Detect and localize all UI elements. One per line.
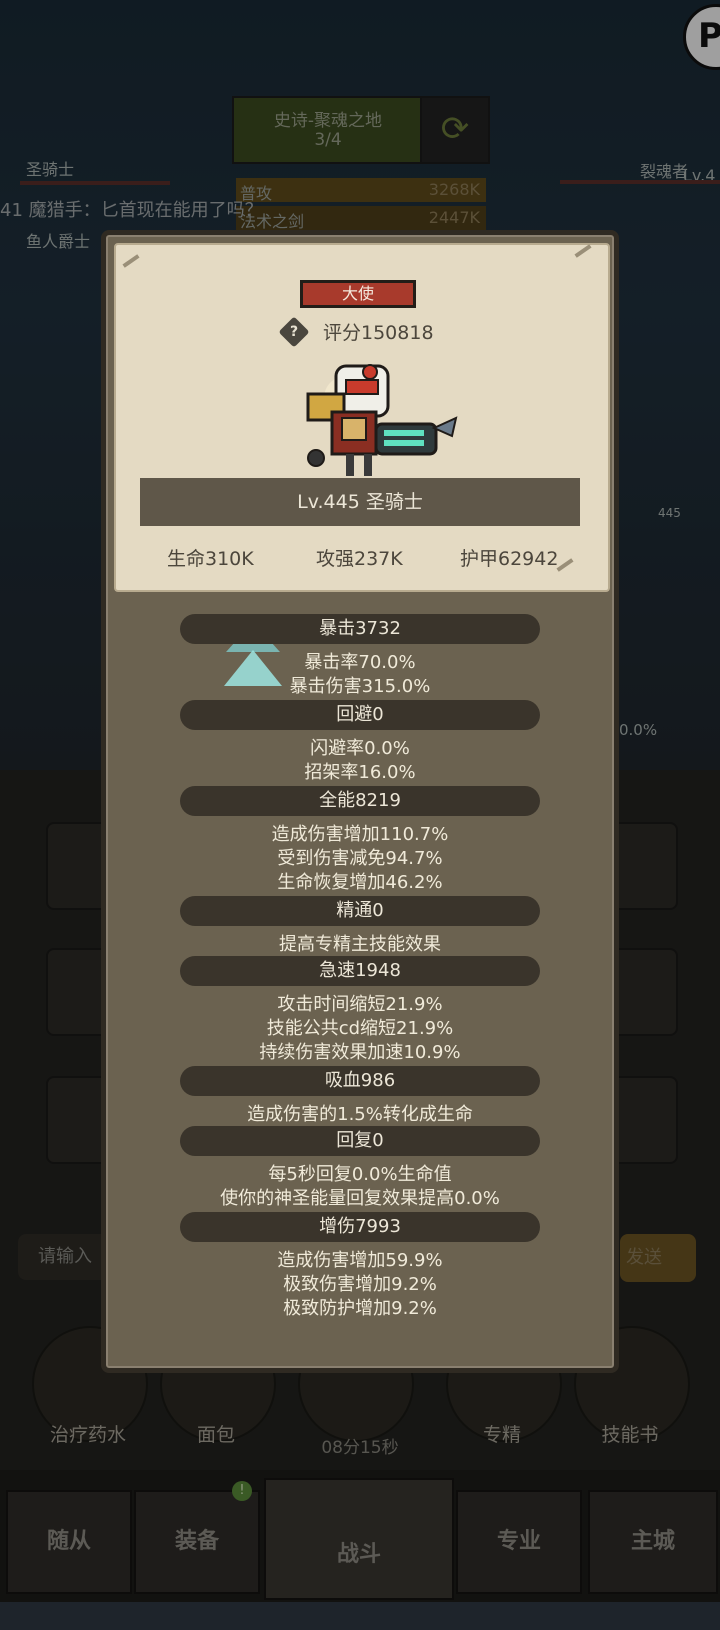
stat-line: 极致伤害增加9.2% bbox=[283, 1274, 437, 1295]
stat-line: 招架率16.0% bbox=[304, 762, 416, 783]
stat-line: 使你的神圣能量回复效果提高0.0% bbox=[220, 1188, 500, 1209]
decor-scratch bbox=[574, 244, 592, 258]
section-header-mastery: 精通0 bbox=[180, 896, 540, 926]
stat-line: 生命恢复增加46.2% bbox=[277, 872, 443, 893]
stat-line: 造成伤害增加59.9% bbox=[277, 1250, 443, 1271]
decor-scratch bbox=[122, 254, 140, 268]
stat-hp: 生命310K bbox=[167, 548, 254, 570]
stat-line: 造成伤害增加110.7% bbox=[271, 824, 449, 845]
paladin-portrait-icon bbox=[306, 364, 458, 476]
stat-line: 受到伤害减免94.7% bbox=[277, 848, 443, 869]
stat-line: 极致防护增加9.2% bbox=[283, 1298, 437, 1319]
stat-line: 提高专精主技能效果 bbox=[279, 934, 441, 955]
stat-line: 暴击率70.0% bbox=[304, 652, 416, 673]
section-header-regen: 回复0 bbox=[180, 1126, 540, 1156]
stat-armor: 护甲62942 bbox=[460, 548, 559, 570]
stat-line: 持续伤害效果加速10.9% bbox=[259, 1042, 461, 1063]
stat-line: 攻击时间缩短21.9% bbox=[277, 994, 443, 1015]
section-header-dodge: 回避0 bbox=[180, 700, 540, 730]
decor-scratch bbox=[556, 558, 574, 572]
character-name-banner: Lv.445 圣骑士 bbox=[140, 478, 580, 526]
stat-line: 闪避率0.0% bbox=[310, 738, 410, 759]
section-header-versatility: 全能8219 bbox=[180, 786, 540, 816]
section-header-lifesteal: 吸血986 bbox=[180, 1066, 540, 1096]
rank-badge: 大使 bbox=[300, 280, 416, 308]
score-text: 评分150818 bbox=[323, 322, 434, 344]
stat-line: 暴击伤害315.0% bbox=[289, 676, 431, 697]
section-header-crit: 暴击3732 bbox=[180, 614, 540, 644]
stat-line: 造成伤害的1.5%转化成生命 bbox=[247, 1104, 473, 1125]
section-header-damage-bonus: 增伤7993 bbox=[180, 1212, 540, 1242]
help-icon[interactable]: ? bbox=[278, 316, 310, 348]
stat-attack-power: 攻强237K bbox=[316, 548, 403, 570]
stat-line: 每5秒回复0.0%生命值 bbox=[268, 1164, 452, 1185]
section-header-haste: 急速1948 bbox=[180, 956, 540, 986]
stat-line: 技能公共cd缩短21.9% bbox=[266, 1018, 454, 1039]
